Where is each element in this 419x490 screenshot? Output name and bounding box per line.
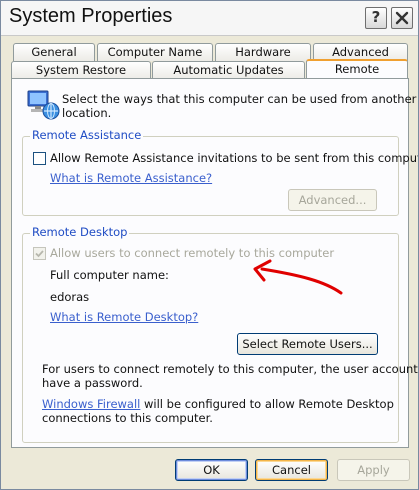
tab-system-restore[interactable]: System Restore <box>11 61 151 79</box>
password-note-line1: For users to connect remotely to this co… <box>42 362 419 376</box>
intro-text-line1: Select the ways that this computer can b… <box>62 92 417 106</box>
title-bar[interactable]: System Properties ? <box>1 1 418 36</box>
remote-desktop-checkbox[interactable] <box>33 247 46 260</box>
firewall-text-line1: Windows Firewall will be configured to a… <box>42 397 394 411</box>
select-remote-users-button[interactable]: Select Remote Users... <box>237 333 378 355</box>
ok-button[interactable]: OK <box>175 459 248 481</box>
tab-remote[interactable]: Remote <box>306 59 408 78</box>
firewall-text-rest: will be configured to allow Remote Deskt… <box>140 397 394 411</box>
remote-desktop-legend: Remote Desktop <box>30 225 130 239</box>
full-computer-name-label: Full computer name: <box>50 268 169 282</box>
remote-assistance-checkbox-label[interactable]: Allow Remote Assistance invitations to b… <box>50 151 418 165</box>
firewall-text-line2: connections to this computer. <box>42 411 213 425</box>
tab-computer-name[interactable]: Computer Name <box>97 43 213 61</box>
remote-assistance-checkbox[interactable] <box>33 152 46 165</box>
what-is-remote-desktop-link[interactable]: What is Remote Desktop? <box>50 310 198 324</box>
help-button[interactable]: ? <box>365 7 387 29</box>
close-icon <box>395 11 409 25</box>
tab-automatic-updates[interactable]: Automatic Updates <box>152 61 305 79</box>
remote-assistance-legend: Remote Assistance <box>30 128 144 142</box>
what-is-remote-assistance-link[interactable]: What is Remote Assistance? <box>50 171 212 185</box>
close-button[interactable] <box>391 7 413 29</box>
password-note-line2: have a password. <box>42 376 143 390</box>
window-title: System Properties <box>9 5 173 27</box>
red-arrow-annotation <box>253 259 343 295</box>
windows-firewall-link[interactable]: Windows Firewall <box>42 397 140 411</box>
system-properties-window: System Properties ? General Computer Nam… <box>0 0 419 490</box>
intro-text-line2: location. <box>62 106 112 120</box>
checkmark-icon <box>35 250 44 258</box>
apply-button[interactable]: Apply <box>337 459 410 481</box>
advanced-button[interactable]: Advanced... <box>288 189 377 211</box>
full-computer-name-value: edoras <box>50 290 90 304</box>
remote-desktop-checkbox-label: Allow users to connect remotely to this … <box>50 246 335 260</box>
tab-general[interactable]: General <box>13 43 95 61</box>
cancel-button[interactable]: Cancel <box>255 459 328 481</box>
remote-tab-panel: Select the ways that this computer can b… <box>11 78 418 448</box>
computer-network-icon <box>27 90 60 120</box>
tab-hardware[interactable]: Hardware <box>215 43 311 61</box>
